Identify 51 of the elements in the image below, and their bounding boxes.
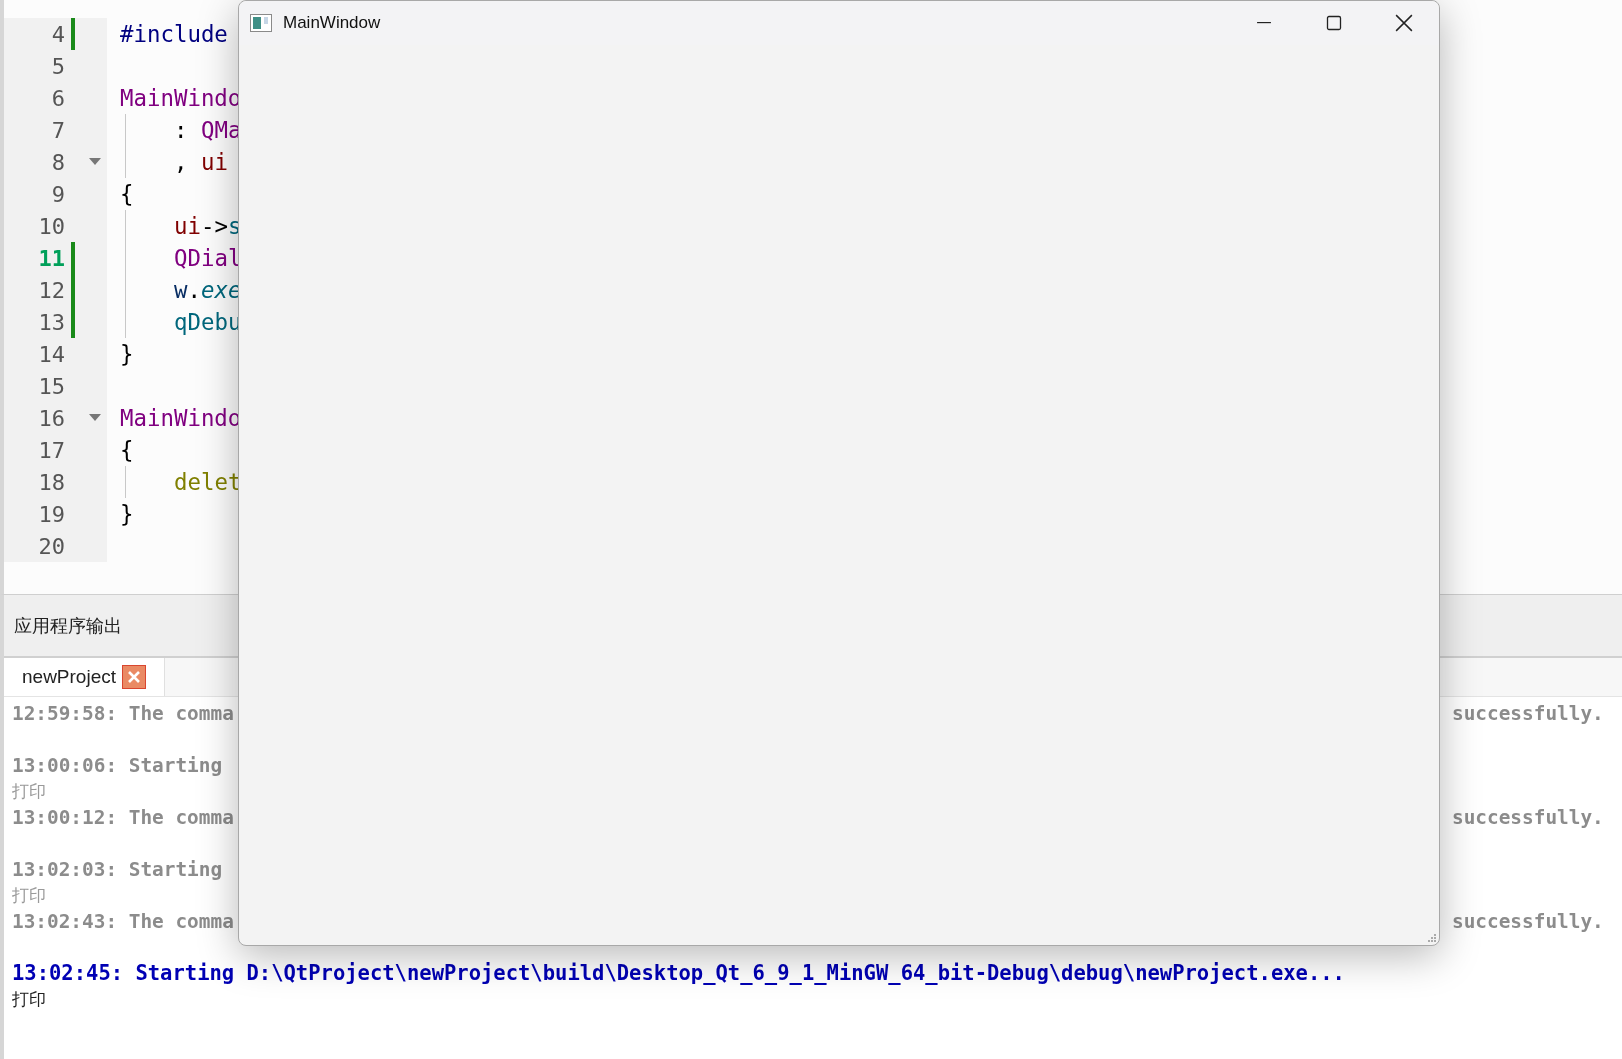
line-number: 19 (37, 501, 65, 527)
output-text: 打印 (11, 779, 46, 803)
code-line: MainWindo (120, 405, 242, 431)
window-title: MainWindow (283, 13, 381, 33)
output-text: 13:02:03: Starting (11, 857, 223, 881)
code-line: } (120, 341, 134, 367)
code-line: , ui (174, 149, 228, 175)
panel-title: 应用程序输出 (14, 614, 122, 638)
fold-arrow-icon[interactable] (89, 158, 101, 166)
code-line: #include (120, 21, 228, 47)
line-number: 16 (37, 405, 65, 431)
output-text: successfully. (1451, 909, 1604, 933)
minimize-icon (1257, 22, 1271, 24)
output-text: 打印 (11, 987, 46, 1011)
maximize-icon (1326, 15, 1342, 31)
code-line: MainWindo (120, 85, 242, 111)
code-line: { (120, 181, 134, 207)
output-text: 12:59:58: The comma (11, 701, 234, 725)
line-number: 8 (50, 149, 65, 175)
output-text: 13:00:12: The comma (11, 805, 234, 829)
code-line: delet (174, 469, 242, 495)
line-number: 11 (37, 245, 65, 271)
line-number: 6 (50, 85, 65, 111)
code-line: QDial (174, 245, 242, 271)
line-number: 9 (50, 181, 65, 207)
output-text: successfully. (1451, 701, 1604, 725)
line-number: 20 (37, 533, 65, 559)
line-number: 15 (37, 373, 65, 399)
code-line: qDebu (174, 309, 242, 335)
output-text: successfully. (1451, 805, 1604, 829)
line-number: 4 (50, 21, 65, 47)
resize-grip-icon[interactable] (1427, 933, 1437, 943)
line-number: 12 (37, 277, 65, 303)
close-icon (1395, 14, 1413, 32)
app-window-icon (250, 14, 272, 32)
code-line: } (120, 501, 134, 527)
output-text: 打印 (11, 883, 46, 907)
output-text: 13:02:45: Starting D:\QtProject\newProject\build\Desktop_Qt_6_9_1_MinGW_64_bit-Debug\debug\newProject.exe... (11, 961, 1345, 985)
line-number: 13 (37, 309, 65, 335)
output-tab[interactable]: newProject (4, 658, 165, 696)
close-icon[interactable] (122, 665, 146, 689)
line-number: 7 (50, 117, 65, 143)
output-text: 13:00:06: Starting (11, 753, 223, 777)
line-number: 18 (37, 469, 65, 495)
line-number: 14 (37, 341, 65, 367)
code-line: { (120, 437, 134, 463)
fold-arrow-icon[interactable] (89, 414, 101, 422)
line-number: 5 (50, 53, 65, 79)
line-number: 17 (37, 437, 65, 463)
output-text: 13:02:43: The comma (11, 909, 234, 933)
line-number: 10 (37, 213, 65, 239)
